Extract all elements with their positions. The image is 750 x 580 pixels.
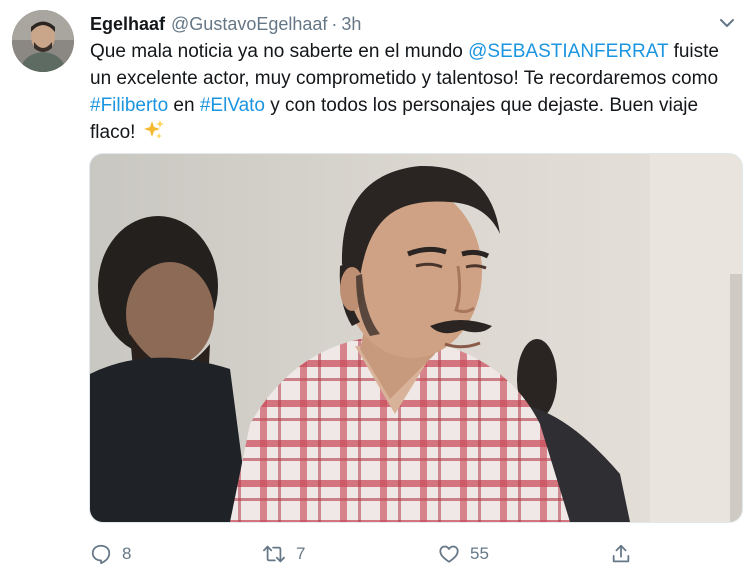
chevron-down-icon[interactable] (718, 14, 736, 32)
share-button[interactable] (610, 540, 632, 568)
tweet-text: Que mala noticia ya no saberte en el mun… (90, 38, 738, 149)
hashtag-link-elvato[interactable]: #ElVato (200, 95, 265, 116)
like-button[interactable]: 55 (438, 540, 489, 568)
tweet-photo[interactable] (89, 153, 743, 523)
reply-count: 8 (122, 544, 132, 563)
like-icon (438, 543, 460, 565)
author-handle[interactable]: @GustavoEgelhaaf (171, 14, 327, 35)
tweet-action-bar: 8 7 55 (90, 540, 650, 568)
separator-dot: · (331, 13, 338, 34)
hashtag-link-filiberto[interactable]: #Filiberto (90, 95, 168, 116)
sparkles-emoji (143, 119, 165, 149)
retweet-icon (262, 543, 286, 565)
text-part-1: Que mala noticia ya no saberte en el mun… (90, 41, 469, 62)
tweet-header: Egelhaaf @GustavoEgelhaaf · 3h (90, 12, 361, 36)
like-count: 55 (470, 544, 489, 563)
retweet-count: 7 (296, 544, 306, 563)
reply-icon (90, 543, 112, 565)
text-part-3: en (168, 95, 200, 116)
timestamp[interactable]: 3h (341, 14, 361, 35)
tweet[interactable]: Egelhaaf @GustavoEgelhaaf · 3h Que mala … (0, 0, 750, 580)
mention-link[interactable]: @SEBASTIANFERRAT (468, 41, 668, 62)
reply-button[interactable]: 8 (90, 540, 131, 568)
share-icon (610, 543, 632, 565)
avatar[interactable] (12, 10, 74, 72)
retweet-button[interactable]: 7 (262, 540, 305, 568)
author-name[interactable]: Egelhaaf (90, 14, 165, 35)
